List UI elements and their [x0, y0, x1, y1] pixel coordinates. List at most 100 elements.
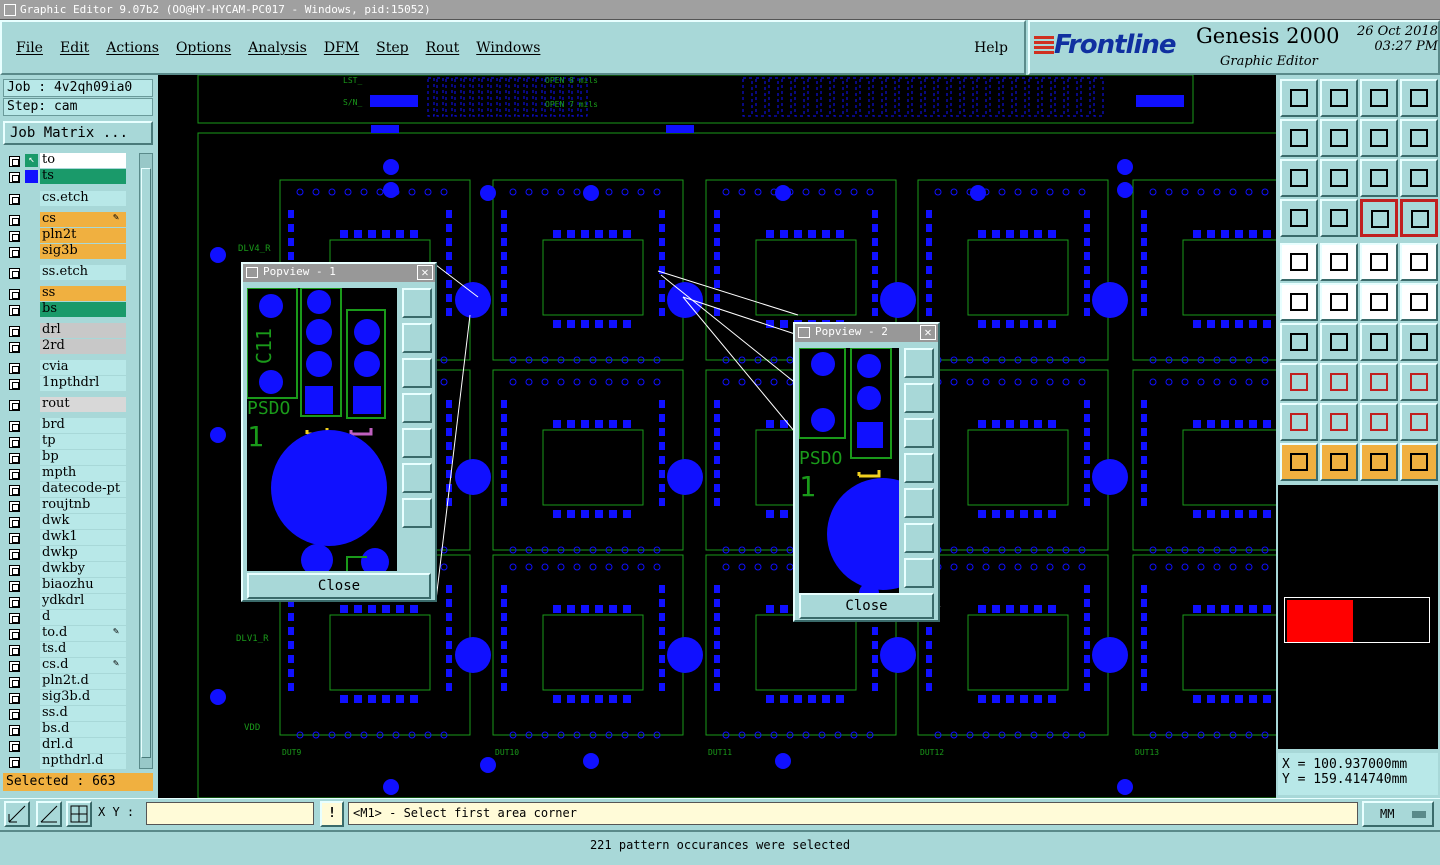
layer-checkbox[interactable]	[9, 645, 20, 656]
probe-icon[interactable]	[1320, 199, 1358, 237]
layer-checkbox[interactable]	[9, 437, 20, 448]
job-matrix-button[interactable]: Job Matrix ...	[3, 121, 153, 145]
layer-checkbox[interactable]	[9, 517, 20, 528]
layer-name[interactable]: bs.d	[40, 722, 126, 737]
layer-row[interactable]: bs	[3, 302, 138, 318]
layer-name[interactable]: datecode-pt	[40, 482, 126, 497]
popview-zoom-out-icon[interactable]	[402, 498, 432, 528]
layer-name[interactable]: ss.d	[40, 706, 126, 721]
layer-name[interactable]: to	[40, 153, 126, 168]
layer-row[interactable]: to ↖	[3, 153, 138, 169]
window-icon[interactable]	[1400, 79, 1438, 117]
layer-checkbox[interactable]	[9, 342, 20, 353]
tri-red3-icon[interactable]	[1400, 403, 1438, 441]
home-icon[interactable]	[1280, 79, 1318, 117]
layer-row[interactable]: ts	[3, 169, 138, 185]
scale-1-2-icon[interactable]	[1360, 159, 1398, 197]
layer-name[interactable]: sig3b.d	[40, 690, 126, 705]
layer-checkbox[interactable]	[9, 485, 20, 496]
tri-blue-icon[interactable]	[1320, 403, 1358, 441]
layer-row[interactable]: cs.etch	[3, 191, 138, 207]
menu-step[interactable]: Step	[376, 40, 408, 56]
layer-name[interactable]: dwk	[40, 514, 126, 529]
popview2-pan-left-icon[interactable]	[904, 453, 934, 483]
layer-name[interactable]: pln2t.d	[40, 674, 126, 689]
window-menu-icon[interactable]	[4, 3, 16, 16]
layer-checkbox[interactable]	[9, 453, 20, 464]
route-icon[interactable]	[1400, 443, 1438, 481]
popview2-zoom-fit-icon[interactable]	[904, 523, 934, 553]
popview-2-close-icon[interactable]: ✕	[920, 325, 936, 340]
layer-name[interactable]: cs.etch	[40, 191, 126, 206]
popview-2-view[interactable]: PSDO 1	[799, 348, 899, 593]
layer-row[interactable]: drl.d	[3, 738, 138, 754]
layer-name[interactable]: drl	[40, 323, 126, 338]
layer-name[interactable]: ss.etch	[40, 265, 126, 280]
popview2-pan-down-icon[interactable]	[904, 418, 934, 448]
grid-icon[interactable]	[66, 801, 92, 827]
layer-row[interactable]: sig3b	[3, 244, 138, 260]
menu-actions[interactable]: Actions	[106, 40, 159, 56]
layer-row[interactable]: roujtnb	[3, 498, 138, 514]
popview-pan-down-icon[interactable]	[402, 358, 432, 388]
layer-name[interactable]: dwk1	[40, 530, 126, 545]
layer-row[interactable]: cs.d ✎	[3, 658, 138, 674]
menu-edit[interactable]: Edit	[60, 40, 89, 56]
layer-checkbox[interactable]	[9, 677, 20, 688]
s-curve-icon[interactable]	[1400, 119, 1438, 157]
layer-row[interactable]: to.d ✎	[3, 626, 138, 642]
layer-checkbox[interactable]	[9, 363, 20, 374]
window-titlebar[interactable]: Graphic Editor 9.07b2 (OO@HY-HYCAM-PC017…	[0, 0, 1440, 20]
help-icon[interactable]	[1400, 159, 1438, 197]
move-blue-icon[interactable]	[1360, 363, 1398, 401]
pointer-box2-icon[interactable]	[1360, 443, 1398, 481]
layer-name[interactable]: d	[40, 610, 126, 625]
ruler-icon[interactable]	[1360, 243, 1398, 281]
popview2-zoom-out-icon[interactable]	[904, 558, 934, 588]
dash-icon[interactable]	[1320, 363, 1358, 401]
popview-2-titlebar[interactable]: Popview - 2 ✕	[795, 324, 938, 342]
layer-row[interactable]: ts.d	[3, 642, 138, 658]
move-down-icon[interactable]	[1320, 79, 1358, 117]
layer-name[interactable]: bs	[40, 302, 126, 317]
layer-name[interactable]: sig3b	[40, 244, 126, 259]
layer-name[interactable]: ydkdrl	[40, 594, 126, 609]
popview-1-close-icon[interactable]: ✕	[417, 265, 433, 280]
layer-name[interactable]: bp	[40, 450, 126, 465]
layer-name[interactable]: tp	[40, 434, 126, 449]
layer-row[interactable]: bs.d	[3, 722, 138, 738]
menu-analysis[interactable]: Analysis	[248, 40, 307, 56]
layer-name[interactable]: ss	[40, 286, 126, 301]
units-select[interactable]: MM	[1362, 801, 1434, 827]
layer-name[interactable]: mpth	[40, 466, 126, 481]
menu-options[interactable]: Options	[176, 40, 231, 56]
layer-checkbox[interactable]	[9, 156, 20, 167]
layer-name[interactable]: dwkby	[40, 562, 126, 577]
layer-checkbox[interactable]	[9, 231, 20, 242]
popview-pan-left-icon[interactable]	[402, 393, 432, 423]
graphic-canvas[interactable]: DUT9 DUT10 DUT11 DUT12 DUT13 LST_ S/N_ OPEN …	[158, 75, 1276, 798]
zoom-fit-icon[interactable]	[1280, 159, 1318, 197]
layer-name[interactable]: 2rd	[40, 339, 126, 354]
swap-icon[interactable]	[1360, 119, 1398, 157]
layer-name[interactable]: roujtnb	[40, 498, 126, 513]
layer-row[interactable]: datecode-pt	[3, 482, 138, 498]
layer-checkbox[interactable]	[9, 741, 20, 752]
layer-row[interactable]: sig3b.d	[3, 690, 138, 706]
layer-row[interactable]: dwkby	[3, 562, 138, 578]
fork-red-icon[interactable]	[1400, 323, 1438, 361]
layer-checkbox[interactable]	[9, 629, 20, 640]
layer-checkbox[interactable]	[9, 326, 20, 337]
popview-zoom-fit-icon[interactable]	[402, 463, 432, 493]
layer-checkbox[interactable]	[9, 469, 20, 480]
layer-checkbox[interactable]	[9, 215, 20, 226]
layer-checkbox[interactable]	[9, 581, 20, 592]
popview2-zoom-in-icon[interactable]	[904, 348, 934, 378]
menu-help[interactable]: Help	[974, 40, 1008, 56]
layer-checkbox[interactable]	[9, 172, 20, 183]
arc-black-icon[interactable]	[1360, 323, 1398, 361]
circle-dash-icon[interactable]	[1400, 243, 1438, 281]
line-red-icon[interactable]	[1320, 243, 1358, 281]
layer-name[interactable]: npthdrl.d	[40, 754, 126, 769]
layer-row[interactable]: drl	[3, 323, 138, 339]
